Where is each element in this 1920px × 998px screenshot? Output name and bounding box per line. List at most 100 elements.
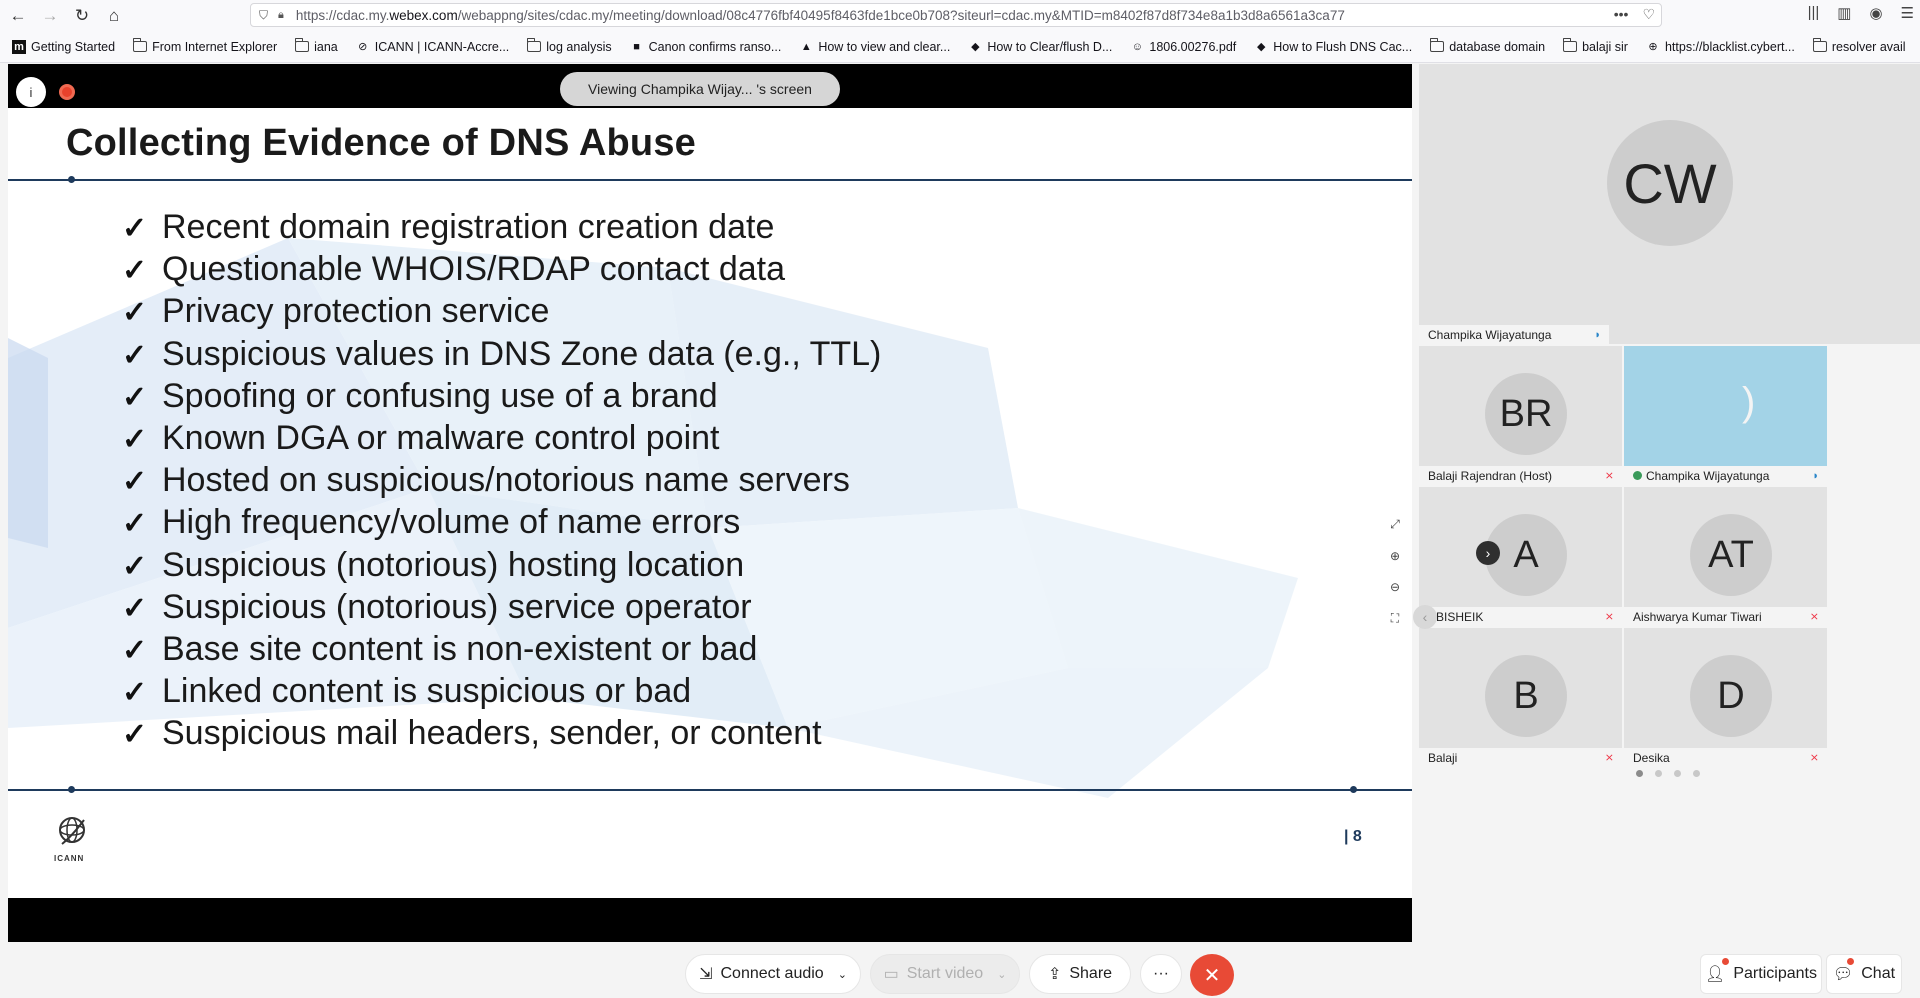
participant-tile[interactable]: D Desika ⨯	[1624, 628, 1827, 767]
browser-toolbar: ← → ↻ ⌂ ⛉ 🔒︎ https://cdac.my.webex.com/w…	[0, 0, 1920, 31]
bookmark-item[interactable]: From Internet Explorer	[133, 38, 277, 54]
checkmark-icon: ✓	[122, 633, 148, 667]
presenter-icon	[1633, 471, 1642, 480]
speaking-indicator-icon: )	[1742, 380, 1756, 424]
checkmark-icon: ✓	[122, 591, 148, 625]
participant-tile[interactable]: A ABISHEIK ⨯	[1419, 487, 1622, 626]
participant-name: Aishwarya Kumar Tiwari ⨯	[1624, 607, 1827, 626]
muted-mic-icon: ⨯	[1604, 752, 1614, 764]
bookmark-item[interactable]: ■ Canon confirms ranso...	[630, 40, 781, 54]
bookmark-item[interactable]: m Getting Started	[12, 39, 115, 54]
lock-icon[interactable]: 🔒︎	[278, 9, 284, 22]
page-dot[interactable]	[1674, 770, 1681, 777]
menu-icon[interactable]: ☰	[1901, 4, 1914, 22]
checkmark-icon: ✓	[122, 380, 148, 414]
slide-bullet: ✓ Privacy protection service	[122, 292, 550, 331]
avatar: CW	[1607, 120, 1733, 246]
slide-bullet: ✓ Known DGA or malware control point	[122, 418, 720, 457]
slide-rule-dot	[68, 786, 75, 793]
slide-bullet: ✓ Linked content is suspicious or bad	[122, 672, 692, 711]
info-icon[interactable]: i	[16, 77, 46, 107]
forward-arrow-icon[interactable]: →	[36, 2, 64, 30]
participant-tile[interactable]: ) Champika Wijayatunga ◗	[1624, 346, 1827, 485]
sidebar-icon[interactable]: ▥	[1837, 4, 1851, 22]
connect-audio-button[interactable]: ⇲ Connect audio ⌄	[685, 954, 861, 994]
globe-icon: ⊕	[1648, 41, 1658, 53]
previous-page-icon[interactable]: ‹	[1413, 605, 1437, 629]
pocket-icon[interactable]: ♡	[1642, 6, 1655, 23]
bookmark-item[interactable]: iana	[295, 38, 338, 54]
home-icon[interactable]: ⌂	[100, 2, 128, 30]
canon-icon: ■	[633, 40, 640, 53]
avatar: BR	[1485, 373, 1567, 455]
fit-screen-icon[interactable]: ⛶	[1391, 611, 1399, 626]
site-icon: ◆	[971, 41, 980, 53]
muted-mic-icon: ⨯	[1604, 611, 1614, 623]
participant-name: ABISHEIK ⨯	[1419, 607, 1622, 626]
zoom-out-icon[interactable]: ⊖	[1390, 580, 1400, 594]
folder-icon	[295, 38, 310, 52]
more-options-button[interactable]: ···	[1140, 954, 1182, 994]
site-icon: ◆	[1257, 41, 1266, 53]
bookmark-item[interactable]: ⊕ https://blacklist.cybert...	[1646, 40, 1795, 54]
address-bar[interactable]: ⛉ 🔒︎ https://cdac.my.webex.com/webappng/…	[250, 3, 1662, 27]
bookmark-item[interactable]: resolver avail	[1812, 38, 1906, 54]
slide-title: Collecting Evidence of DNS Abuse	[66, 122, 696, 164]
chevron-down-icon[interactable]: ⌄	[838, 968, 847, 981]
checkmark-icon: ✓	[122, 212, 148, 245]
participants-button[interactable]: 👤︎ Participants	[1700, 954, 1822, 994]
back-arrow-icon[interactable]: ←	[4, 2, 32, 30]
bookmark-item[interactable]: ◆ How to Clear/flush D...	[968, 40, 1112, 54]
checkmark-icon: ✓	[122, 549, 148, 583]
participant-tile[interactable]: BR Balaji Rajendran (Host) ⨯	[1419, 346, 1622, 485]
bookmark-item[interactable]: ◆ How to Flush DNS Cac...	[1254, 40, 1412, 54]
account-icon[interactable]: ◉	[1869, 4, 1882, 22]
leave-meeting-button[interactable]: ✕	[1190, 954, 1234, 996]
bookmark-item[interactable]: log analysis	[527, 38, 612, 54]
slide-rule-dot	[1350, 786, 1357, 793]
chevron-down-icon[interactable]: ⌄	[997, 968, 1006, 981]
recording-icon[interactable]	[59, 84, 75, 100]
chat-icon: 💬︎	[1832, 966, 1854, 983]
slide-bullet: ✓ Spoofing or confusing use of a brand	[122, 376, 718, 415]
library-icon[interactable]: |||	[1808, 4, 1820, 22]
slide-bullet: ✓ Hosted on suspicious/notorious name ser…	[122, 461, 850, 500]
bookmark-item[interactable]: balaji sir	[1563, 38, 1628, 54]
muted-mic-icon: ⨯	[1809, 611, 1819, 623]
start-video-button[interactable]: ▭ Start video ⌄	[870, 954, 1020, 994]
chat-button[interactable]: 💬︎ Chat	[1826, 954, 1902, 994]
m-icon: m	[12, 39, 26, 54]
checkmark-icon: ✓	[122, 338, 148, 372]
zoom-in-icon[interactable]: ⊕	[1390, 549, 1400, 563]
page-dot[interactable]	[1655, 770, 1662, 777]
url-text[interactable]: https://cdac.my.webex.com/webappng/sites…	[296, 8, 1345, 23]
reload-icon[interactable]: ↻	[68, 2, 96, 30]
participants-icon: 👤︎	[1705, 966, 1726, 983]
share-button[interactable]: ⇪ Share	[1029, 954, 1131, 994]
participant-tile[interactable]: B Balaji ⨯	[1419, 628, 1622, 767]
bookmark-item[interactable]: ▲ How to view and clear...	[799, 40, 950, 54]
slide-bullet: ✓ Questionable WHOIS/RDAP contact data	[122, 250, 786, 289]
tracking-shield-icon[interactable]: ⛉	[259, 8, 268, 23]
page-dot[interactable]	[1636, 770, 1643, 777]
participant-name: Desika ⨯	[1624, 748, 1827, 767]
page-dot[interactable]	[1693, 770, 1700, 777]
fullscreen-icon[interactable]: ⤢	[1390, 517, 1400, 532]
page-actions-icon[interactable]: •••	[1614, 6, 1629, 23]
participant-name: Balaji Rajendran (Host) ⨯	[1419, 466, 1622, 485]
speaking-icon: ◗	[1812, 470, 1819, 482]
slide-rule-dot	[68, 176, 75, 183]
smile-icon: ☺	[1131, 40, 1143, 53]
slide-bullet: ✓ Base site content is non-existent or ba…	[122, 629, 758, 668]
participant-tile[interactable]: AT Aishwarya Kumar Tiwari ⨯	[1624, 487, 1827, 626]
slide-page-number: | 8	[1344, 828, 1362, 845]
bookmark-item[interactable]: ⊘ ICANN | ICANN-Accre...	[356, 40, 509, 54]
zoom-controls: ⤢ ⊕ ⊖ ⛶	[1378, 508, 1412, 634]
bookmark-item[interactable]: ☺ 1806.00276.pdf	[1130, 40, 1237, 54]
next-page-icon[interactable]: ›	[1476, 541, 1500, 565]
bookmark-item[interactable]: database domain	[1430, 38, 1545, 54]
shared-screen-area: i Viewing Champika Wijay... 's screen Co…	[8, 64, 1412, 942]
active-speaker-tile[interactable]: CW Champika Wijayatunga ◗	[1419, 64, 1920, 344]
icann-logo-icon	[59, 817, 85, 845]
checkmark-icon: ✓	[122, 254, 148, 288]
